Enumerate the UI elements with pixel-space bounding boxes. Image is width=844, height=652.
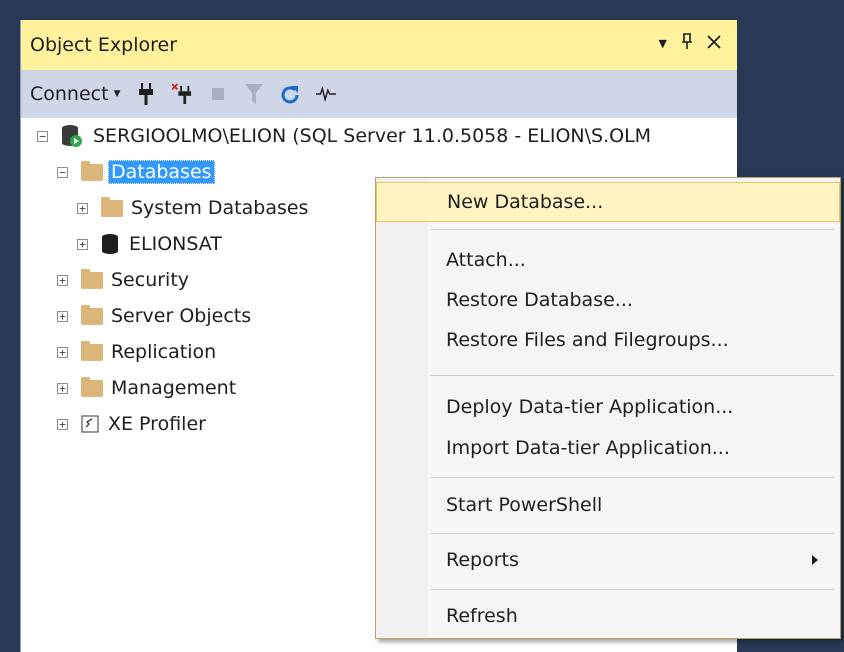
tree-node-xe-profiler[interactable]: + XE Profiler [57, 408, 206, 440]
menu-item-label: Import Data-tier Application... [446, 437, 730, 459]
system-databases-label: System Databases [131, 197, 309, 219]
menu-item-restore-files[interactable]: Restore Files and Filegroups... [376, 320, 840, 360]
xe-profiler-icon [81, 415, 99, 433]
stop-icon [208, 83, 228, 105]
explorer-toolbar: Connect ▼ [21, 70, 737, 118]
server-label: SERGIOOLMO\ELION (SQL Server 11.0.5058 -… [93, 125, 652, 147]
submenu-arrow-icon [812, 555, 818, 565]
folder-icon [81, 268, 103, 289]
tree-node-security[interactable]: + Security [57, 264, 189, 296]
replication-label: Replication [111, 341, 217, 363]
folder-icon [101, 196, 123, 217]
xe-profiler-label: XE Profiler [108, 413, 206, 435]
collapse-icon[interactable]: − [57, 166, 68, 178]
tree-node-databases[interactable]: − Databases [57, 156, 215, 188]
close-icon[interactable] [707, 32, 721, 56]
tree-node-management[interactable]: + Management [57, 372, 236, 404]
menu-item-start-powershell[interactable]: Start PowerShell [376, 485, 840, 525]
connect-button[interactable]: Connect ▼ [30, 83, 120, 105]
chevron-down-icon: ▼ [113, 89, 121, 99]
activity-monitor-icon[interactable] [316, 83, 337, 105]
menu-item-attach[interactable]: Attach... [376, 240, 840, 280]
collapse-icon[interactable]: − [37, 130, 48, 142]
menu-separator [430, 375, 834, 376]
folder-icon [81, 304, 103, 325]
expand-icon[interactable]: + [57, 310, 68, 322]
context-menu: New Database... Attach... Restore Databa… [375, 177, 841, 639]
menu-item-import-dac[interactable]: Import Data-tier Application... [376, 428, 840, 468]
server-objects-label: Server Objects [111, 305, 252, 327]
connect-label: Connect [30, 83, 109, 105]
menu-item-label: Start PowerShell [446, 494, 603, 516]
elionsat-label: ELIONSAT [129, 233, 222, 255]
menu-separator [430, 533, 834, 534]
menu-item-label: New Database... [447, 191, 604, 213]
panel-title: Object Explorer [30, 34, 178, 56]
pin-icon[interactable] [681, 32, 693, 56]
tree-node-elionsat[interactable]: + ELIONSAT [77, 228, 222, 260]
menu-item-label: Reports [446, 549, 519, 571]
menu-item-label: Attach... [446, 249, 526, 271]
menu-item-new-database[interactable]: New Database... [376, 182, 840, 222]
management-label: Management [111, 377, 237, 399]
tree-node-server[interactable]: − SERGIOOLMO\ELION (SQL Server 11.0.5058… [37, 120, 651, 152]
expand-icon[interactable]: + [57, 418, 68, 430]
databases-label: Databases [108, 160, 215, 184]
tree-node-system-databases[interactable]: + System Databases [77, 192, 308, 224]
refresh-icon[interactable] [280, 83, 300, 105]
expand-icon[interactable]: + [57, 274, 68, 286]
server-icon [61, 124, 83, 148]
menu-item-restore-database[interactable]: Restore Database... [376, 280, 840, 320]
menu-item-label: Restore Files and Filegroups... [446, 329, 729, 351]
expand-icon[interactable]: + [57, 382, 68, 394]
menu-item-label: Restore Database... [446, 289, 633, 311]
panel-titlebar: Object Explorer ▼ [21, 20, 737, 70]
folder-icon [81, 160, 103, 181]
security-label: Security [111, 269, 190, 291]
menu-item-label: Deploy Data-tier Application... [446, 396, 734, 418]
disconnect-plug-icon[interactable] [172, 83, 192, 105]
dropdown-icon[interactable]: ▼ [659, 32, 667, 56]
connect-plug-icon[interactable] [136, 83, 156, 105]
expand-icon[interactable]: + [77, 238, 88, 250]
menu-item-deploy-dac[interactable]: Deploy Data-tier Application... [376, 387, 840, 427]
menu-separator [430, 589, 834, 590]
panel-controls: ▼ [659, 32, 721, 56]
menu-item-reports[interactable]: Reports [376, 540, 840, 580]
menu-item-label: Refresh [446, 605, 518, 627]
tree-node-server-objects[interactable]: + Server Objects [57, 300, 251, 332]
menu-separator [430, 229, 834, 230]
expand-icon[interactable]: + [57, 346, 68, 358]
filter-icon [244, 83, 264, 105]
menu-item-refresh[interactable]: Refresh [376, 596, 840, 636]
expand-icon[interactable]: + [77, 202, 88, 214]
folder-icon [81, 376, 103, 397]
menu-separator [430, 477, 834, 478]
tree-node-replication[interactable]: + Replication [57, 336, 216, 368]
folder-icon [81, 340, 103, 361]
database-icon [101, 233, 119, 255]
